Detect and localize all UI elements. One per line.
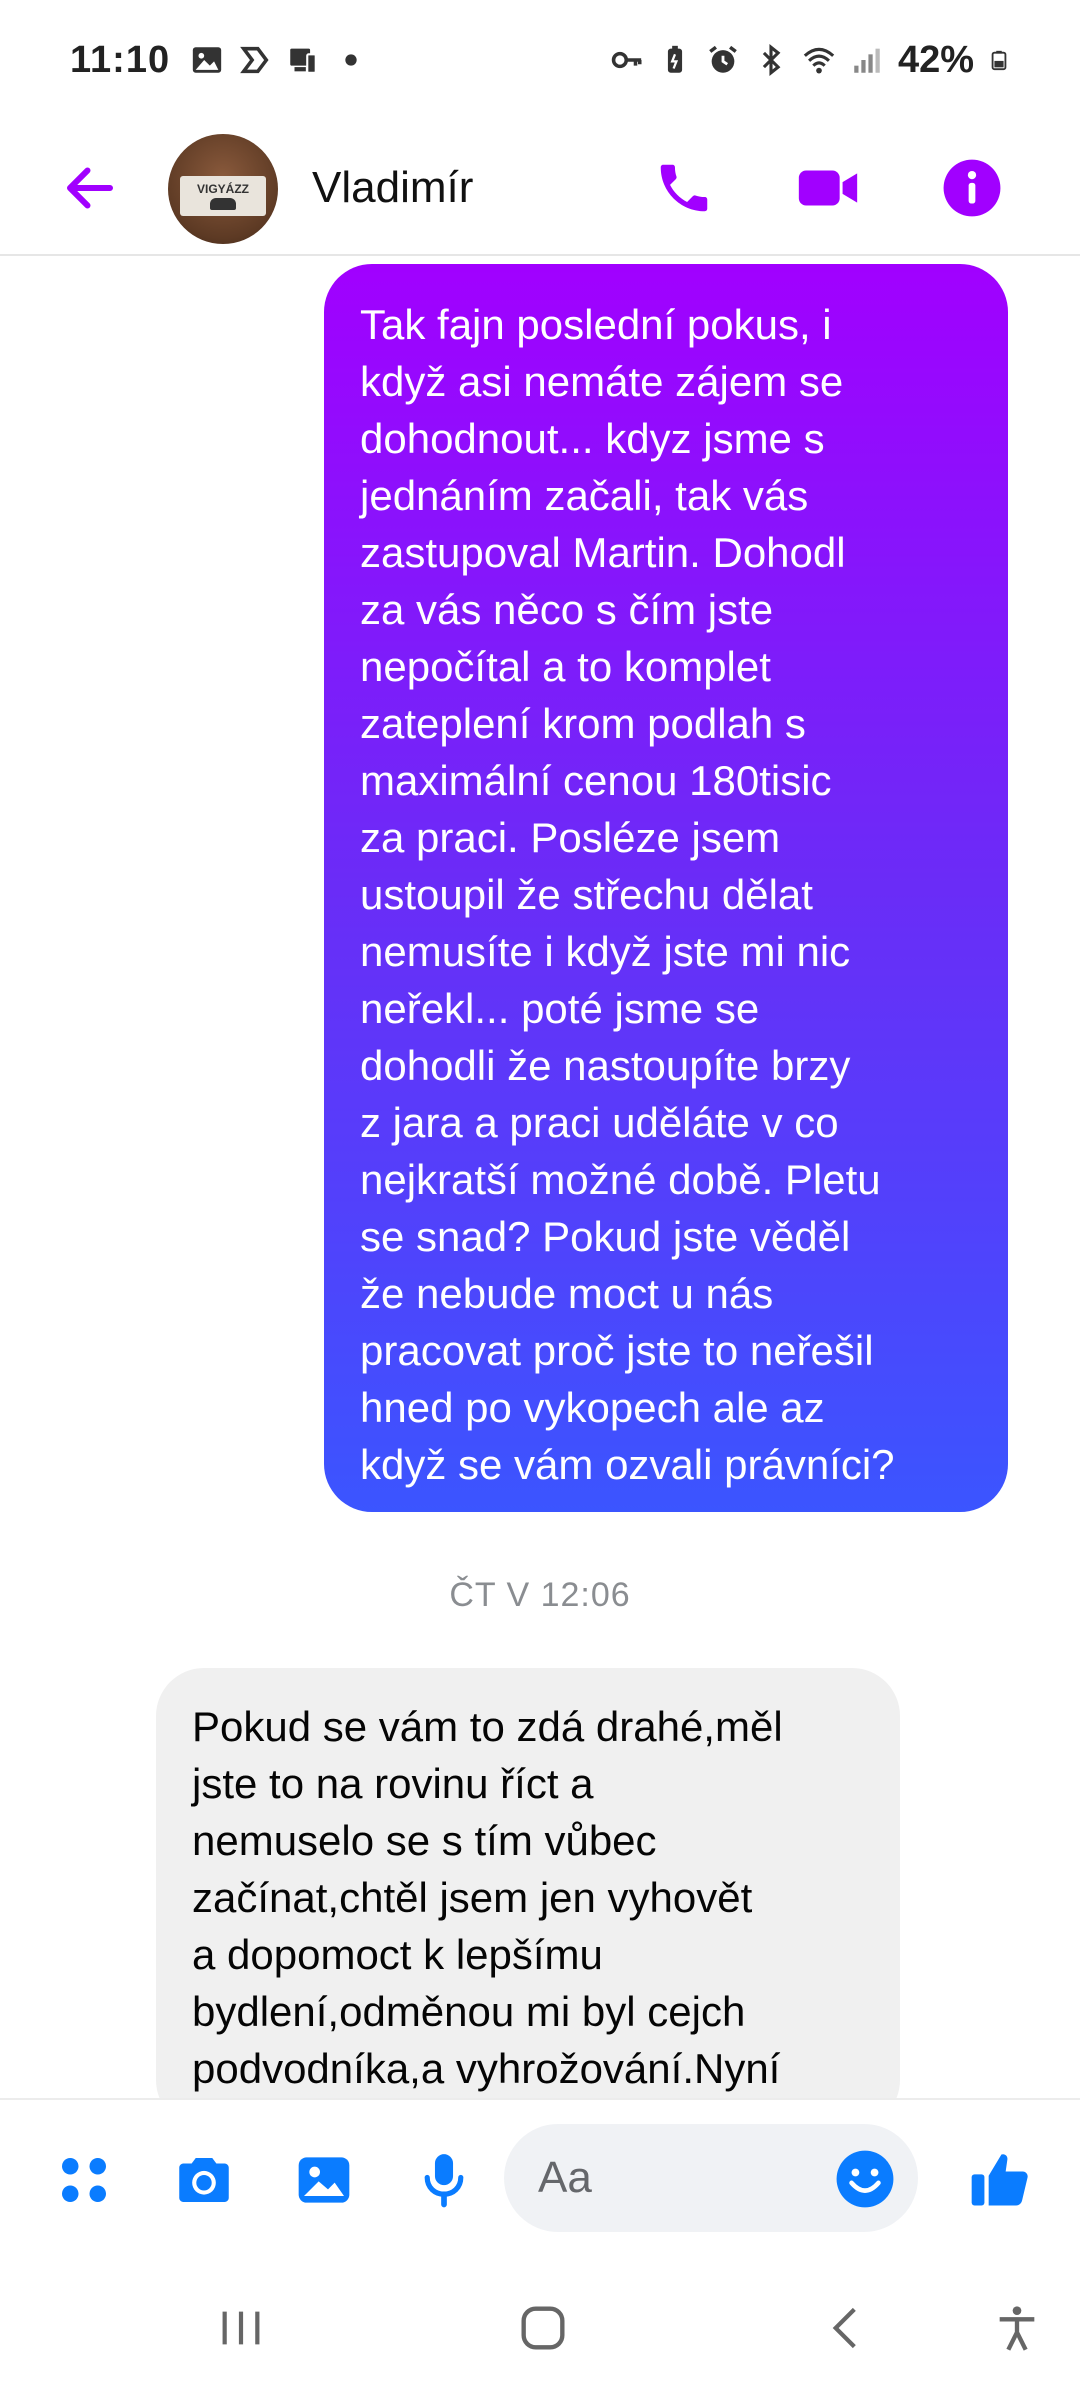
voice-message-button[interactable] bbox=[404, 2140, 484, 2220]
thumbs-up-icon bbox=[971, 2154, 1028, 2206]
message-list[interactable]: Tak fajn poslední pokus, i když asi nemá… bbox=[0, 258, 1080, 2098]
conversation-header: VIGYÁZZ Vladimír bbox=[0, 120, 1080, 256]
avatar-sign-figure bbox=[210, 198, 236, 210]
microphone-icon bbox=[424, 2154, 464, 2208]
image-icon bbox=[298, 2157, 350, 2203]
incoming-message[interactable]: Pokud se vám to zdá drahé,měl jste to na… bbox=[156, 1668, 900, 2098]
signal-icon bbox=[854, 48, 880, 73]
message-text: Tak fajn poslední pokus, i když asi nemá… bbox=[360, 301, 895, 1488]
battery-percent: 42% bbox=[897, 38, 974, 81]
avatar[interactable]: VIGYÁZZ bbox=[168, 134, 278, 244]
info-icon bbox=[943, 159, 1001, 217]
phone-icon bbox=[660, 164, 708, 212]
wifi-icon bbox=[803, 47, 835, 74]
key-icon bbox=[611, 51, 642, 69]
four-dots-icon bbox=[62, 2158, 106, 2202]
outgoing-message[interactable]: Tak fajn poslední pokus, i když asi nemá… bbox=[324, 264, 1008, 1512]
gallery-button[interactable] bbox=[284, 2140, 364, 2220]
more-actions-button[interactable] bbox=[44, 2140, 124, 2220]
app-notification-icon bbox=[240, 46, 269, 74]
like-button[interactable] bbox=[960, 2140, 1040, 2220]
system-navigation-bar bbox=[0, 2258, 1080, 2400]
arrow-left-icon bbox=[67, 167, 113, 209]
avatar-sign-text: VIGYÁZZ bbox=[196, 182, 249, 196]
recent-apps-button[interactable] bbox=[196, 2288, 286, 2368]
smiley-icon[interactable] bbox=[834, 2148, 896, 2210]
status-time: 11:10 bbox=[70, 38, 171, 81]
contact-name[interactable]: Vladimír bbox=[312, 120, 473, 256]
bluetooth-icon bbox=[762, 44, 781, 76]
device-notification-icon bbox=[290, 48, 317, 74]
message-timestamp: ČT V 12:06 bbox=[449, 1576, 631, 1614]
info-button[interactable] bbox=[932, 148, 1012, 228]
call-button[interactable] bbox=[644, 148, 724, 228]
message-text: Pokud se vám to zdá drahé,měl jste to na… bbox=[192, 1703, 783, 2092]
home-icon bbox=[521, 2306, 565, 2350]
status-notification-icons bbox=[190, 43, 368, 77]
composer-bar bbox=[0, 2098, 1080, 2258]
dot-icon bbox=[345, 54, 357, 66]
camera-icon bbox=[179, 2158, 229, 2202]
video-camera-icon bbox=[798, 170, 858, 206]
chevron-left-icon bbox=[832, 2307, 856, 2349]
alarm-icon bbox=[709, 45, 737, 73]
status-bar: 11:10 42% bbox=[0, 0, 1080, 120]
camera-button[interactable] bbox=[164, 2140, 244, 2220]
back-button[interactable] bbox=[50, 148, 130, 228]
home-button[interactable] bbox=[498, 2288, 588, 2368]
avatar-sign: VIGYÁZZ bbox=[180, 176, 266, 216]
accessibility-button[interactable] bbox=[972, 2288, 1062, 2368]
recents-icon bbox=[222, 2311, 260, 2345]
video-call-button[interactable] bbox=[788, 148, 868, 228]
battery-icon bbox=[991, 50, 1007, 71]
status-system-icons: 42% bbox=[610, 39, 1010, 82]
gallery-notification-icon bbox=[192, 47, 222, 73]
battery-saver-icon bbox=[667, 45, 683, 73]
message-input-container[interactable] bbox=[504, 2124, 918, 2232]
back-nav-button[interactable] bbox=[800, 2288, 890, 2368]
accessibility-icon bbox=[999, 2306, 1035, 2351]
message-input[interactable] bbox=[538, 2124, 818, 2232]
